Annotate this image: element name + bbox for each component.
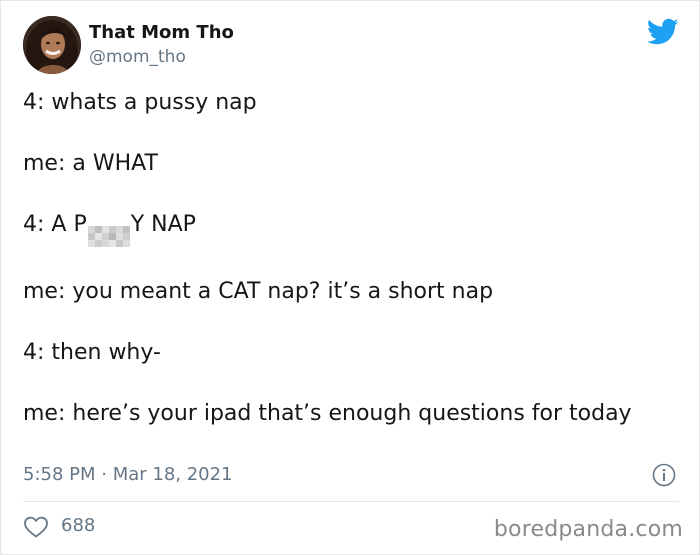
author-display-name[interactable]: That Mom Tho xyxy=(89,21,234,45)
author-handle[interactable]: @mom_tho xyxy=(89,45,186,69)
pixelated-censor xyxy=(87,226,130,247)
like-count[interactable]: 688 xyxy=(61,514,95,538)
tweet-text: 4: whats a pussy nap me: a WHAT 4: A P Y… xyxy=(23,87,663,429)
divider xyxy=(23,501,679,502)
tweet-line-suffix: Y NAP xyxy=(130,212,196,237)
tweet-card: That Mom Tho @mom_tho 4: whats a pussy n… xyxy=(0,0,700,555)
tweet-line-prefix: 4: A P xyxy=(23,212,87,237)
tweet-line: me: you meant a CAT nap? it’s a short na… xyxy=(23,279,494,304)
avatar-image xyxy=(23,16,81,74)
tweet-line-censored: 4: A P Y NAP xyxy=(23,209,663,247)
twitter-bird-icon[interactable] xyxy=(647,18,679,46)
tweet-timestamp[interactable]: 5:58 PM · Mar 18, 2021 xyxy=(23,463,233,487)
watermark: boredpanda.com xyxy=(493,517,683,542)
tweet-line: 4: then why- xyxy=(23,340,161,365)
heart-icon[interactable] xyxy=(23,515,49,539)
avatar[interactable] xyxy=(23,16,81,74)
tweet-line: me: here’s your ipad that’s enough quest… xyxy=(23,401,632,426)
info-icon[interactable] xyxy=(652,463,676,487)
tweet-line: 4: whats a pussy nap xyxy=(23,90,257,115)
tweet-line: me: a WHAT xyxy=(23,151,158,176)
